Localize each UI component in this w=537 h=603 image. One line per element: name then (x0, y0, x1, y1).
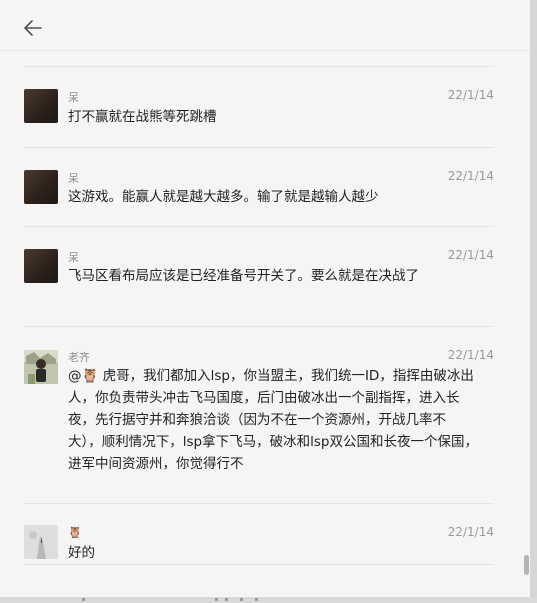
message-text: 打不赢就在战熊等死跳槽 (68, 109, 217, 125)
message-time: 22/1/14 (447, 525, 494, 539)
person-avatar-icon (24, 350, 58, 384)
sender-name[interactable]: 呆 (68, 249, 79, 265)
message-item: 呆 22/1/14 打不赢就在战熊等死跳槽 (24, 66, 494, 147)
edge-mark (255, 598, 258, 601)
background-window-edge-bottom (0, 597, 537, 603)
chat-history-window: 呆 22/1/14 打不赢就在战熊等死跳槽 呆 22/1/14 这游戏。能赢人就… (0, 0, 530, 597)
sender-name[interactable]: 呆 (68, 89, 79, 105)
header (0, 0, 530, 51)
scrollbar-thumb[interactable] (524, 555, 529, 575)
sender-avatar[interactable] (24, 249, 58, 283)
message-text: 飞马区看布局应该是已经准备号开关了。要么就是在决战了 (68, 268, 419, 284)
sender-avatar[interactable] (24, 89, 58, 123)
message-list: 呆 22/1/14 打不赢就在战熊等死跳槽 呆 22/1/14 这游戏。能赢人就… (24, 66, 494, 566)
edge-mark (240, 598, 243, 601)
sender-name[interactable]: 呆 (68, 170, 79, 186)
edge-mark (225, 598, 228, 601)
edge-mark (215, 598, 218, 601)
edge-mark (82, 598, 85, 601)
back-button[interactable] (22, 17, 44, 39)
message-item: 🦉 22/1/14 好的 (24, 503, 494, 564)
message-text: 好的 (68, 545, 95, 561)
message-text: @🦉 虎哥，我们都加入lsp，你当盟主，我们统一ID，指挥由破冰出人，你负责带头… (68, 368, 478, 472)
message-time: 22/1/14 (447, 88, 494, 102)
sender-avatar[interactable] (24, 525, 58, 559)
message-item: 呆 22/1/14 这游戏。能赢人就是越大越多。输了就是越输人越少 (24, 147, 494, 226)
divider (24, 564, 494, 566)
message-time: 22/1/14 (447, 169, 494, 183)
message-time: 22/1/14 (447, 248, 494, 262)
message-time: 22/1/14 (447, 348, 494, 362)
message-item: 老齐 22/1/14 @🦉 虎哥，我们都加入lsp，你当盟主，我们统一ID，指挥… (24, 326, 494, 503)
background-window-edge (530, 0, 537, 603)
arrow-left-icon (24, 20, 42, 36)
message-text: 这游戏。能赢人就是越大越多。输了就是越输人越少 (68, 189, 379, 205)
sender-avatar[interactable] (24, 170, 58, 204)
message-item: 呆 22/1/14 飞马区看布局应该是已经准备号开关了。要么就是在决战了 (24, 226, 494, 326)
road-avatar-icon (24, 525, 58, 559)
sender-avatar[interactable] (24, 350, 58, 384)
sender-name[interactable]: 🦉 (68, 526, 82, 539)
sender-name[interactable]: 老齐 (68, 349, 90, 365)
